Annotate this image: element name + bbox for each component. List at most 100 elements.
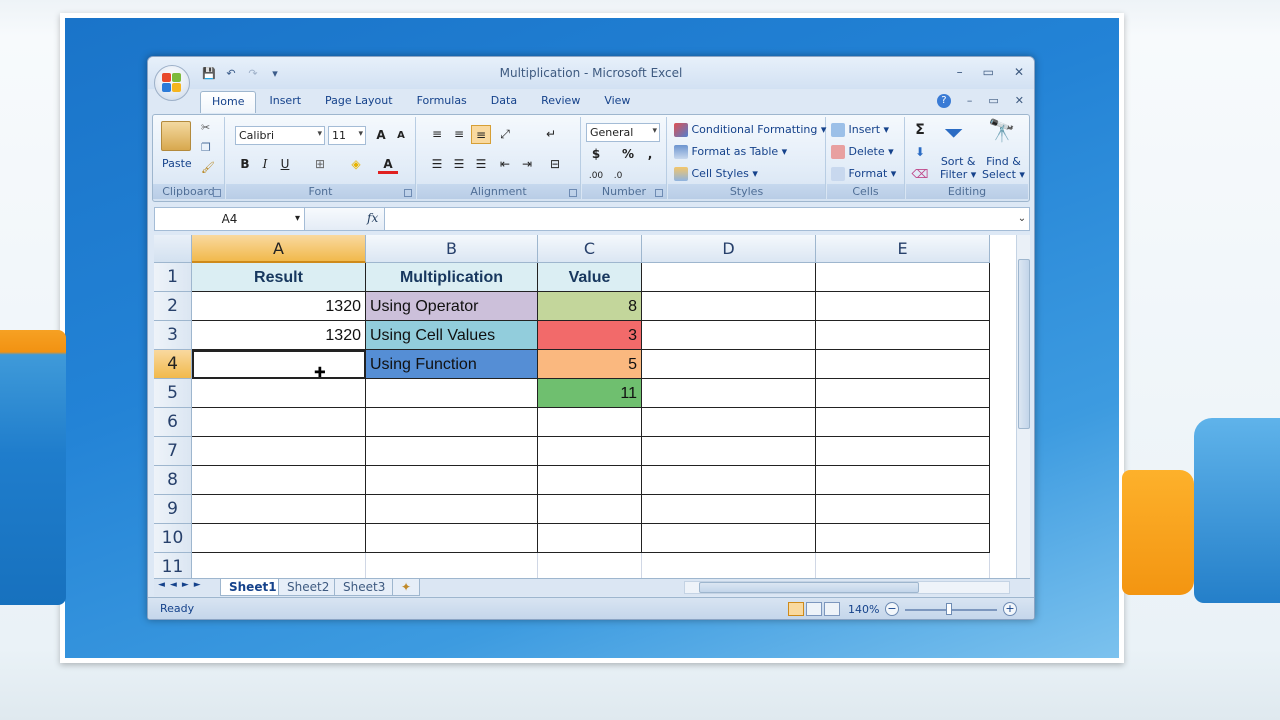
- cell-d8[interactable]: [642, 466, 816, 495]
- cell-d11[interactable]: [642, 553, 816, 578]
- cell-c7[interactable]: [538, 437, 642, 466]
- close-button[interactable]: ✕: [1014, 65, 1024, 79]
- cell-b6[interactable]: [366, 408, 538, 437]
- cell-b7[interactable]: [366, 437, 538, 466]
- tab-view[interactable]: View: [593, 91, 641, 113]
- cell-b11[interactable]: [366, 553, 538, 578]
- find-select-button[interactable]: Find & Select ▾: [982, 155, 1025, 181]
- cell-c5[interactable]: 11: [538, 379, 642, 408]
- sheet-tab-sheet1[interactable]: Sheet1: [220, 579, 286, 596]
- cell-e1[interactable]: [816, 263, 990, 292]
- paste-icon[interactable]: [161, 121, 191, 151]
- cell-e9[interactable]: [816, 495, 990, 524]
- row-header-5[interactable]: 5: [154, 379, 192, 408]
- cell-a9[interactable]: [192, 495, 366, 524]
- wrap-text-icon[interactable]: ↵: [541, 125, 561, 144]
- cell-a5[interactable]: [192, 379, 366, 408]
- row-header-10[interactable]: 10: [154, 524, 192, 553]
- number-format-combo[interactable]: General: [586, 123, 660, 142]
- cell-a10[interactable]: [192, 524, 366, 553]
- zoom-level[interactable]: 140%: [848, 603, 879, 616]
- font-name-combo[interactable]: Calibri: [235, 126, 325, 145]
- row-header-9[interactable]: 9: [154, 495, 192, 524]
- align-top-icon[interactable]: ≡: [427, 125, 447, 144]
- cell-a7[interactable]: [192, 437, 366, 466]
- orientation-icon[interactable]: ⤢: [495, 125, 515, 144]
- comma-button[interactable]: ,: [640, 145, 660, 164]
- cell-e7[interactable]: [816, 437, 990, 466]
- clipboard-launcher-icon[interactable]: [213, 189, 221, 197]
- shrink-font-icon[interactable]: A: [391, 126, 411, 145]
- bold-button[interactable]: B: [235, 155, 255, 174]
- cell-d3[interactable]: [642, 321, 816, 350]
- fill-icon[interactable]: ⬇: [910, 143, 930, 162]
- vertical-scrollbar[interactable]: [1016, 235, 1030, 578]
- cell-b5[interactable]: [366, 379, 538, 408]
- align-center-icon[interactable]: ☰: [449, 155, 469, 174]
- ribbon-close-button[interactable]: ✕: [1015, 94, 1024, 108]
- cell-c3[interactable]: 3: [538, 321, 642, 350]
- percent-button[interactable]: %: [618, 145, 638, 164]
- page-layout-view-icon[interactable]: [806, 602, 822, 616]
- sort-filter-button[interactable]: Sort & Filter ▾: [940, 155, 976, 181]
- row-header-8[interactable]: 8: [154, 466, 192, 495]
- cell-c10[interactable]: [538, 524, 642, 553]
- decrease-indent-icon[interactable]: ⇤: [495, 155, 515, 174]
- sheet-nav-icons[interactable]: ◄◄►►: [158, 580, 206, 590]
- increase-indent-icon[interactable]: ⇥: [517, 155, 537, 174]
- expand-formula-bar-icon[interactable]: ⌄: [1015, 208, 1029, 230]
- cell-b2[interactable]: Using Operator: [366, 292, 538, 321]
- help-icon[interactable]: ?: [936, 94, 951, 108]
- paste-button[interactable]: Paste: [162, 157, 192, 170]
- cell-d2[interactable]: [642, 292, 816, 321]
- number-launcher-icon[interactable]: [655, 189, 663, 197]
- copy-icon[interactable]: ❐: [201, 141, 211, 154]
- horizontal-scroll-thumb[interactable]: [699, 582, 919, 593]
- row-header-1[interactable]: 1: [154, 263, 192, 292]
- align-right-icon[interactable]: ☰: [471, 155, 491, 174]
- cell-e10[interactable]: [816, 524, 990, 553]
- cell-b8[interactable]: [366, 466, 538, 495]
- cell-b10[interactable]: [366, 524, 538, 553]
- cell-d10[interactable]: [642, 524, 816, 553]
- cell-e5[interactable]: [816, 379, 990, 408]
- cell-c1[interactable]: Value: [538, 263, 642, 292]
- tab-insert[interactable]: Insert: [258, 91, 312, 113]
- cell-a11[interactable]: [192, 553, 366, 578]
- cell-b4[interactable]: Using Function: [366, 350, 538, 379]
- cut-icon[interactable]: ✂: [201, 121, 210, 134]
- cell-a8[interactable]: [192, 466, 366, 495]
- sort-filter-icon[interactable]: ⏷: [944, 119, 963, 147]
- maximize-button[interactable]: ▭: [983, 65, 994, 79]
- font-size-combo[interactable]: 11: [328, 126, 366, 145]
- cell-a2[interactable]: 1320: [192, 292, 366, 321]
- format-cells-button[interactable]: Format ▾: [831, 167, 896, 181]
- cell-d1[interactable]: [642, 263, 816, 292]
- cell-d9[interactable]: [642, 495, 816, 524]
- find-select-icon[interactable]: 🔭: [988, 119, 1015, 144]
- merge-center-icon[interactable]: ⊟: [545, 155, 565, 174]
- horizontal-scrollbar[interactable]: [684, 581, 1010, 594]
- name-box[interactable]: A4: [155, 208, 305, 230]
- sheet-tab-sheet2[interactable]: Sheet2: [278, 579, 339, 596]
- row-header-2[interactable]: 2: [154, 292, 192, 321]
- row-header-4[interactable]: 4: [154, 350, 192, 379]
- tab-formulas[interactable]: Formulas: [406, 91, 478, 113]
- cell-c11[interactable]: [538, 553, 642, 578]
- delete-cells-button[interactable]: Delete ▾: [831, 145, 894, 159]
- align-left-icon[interactable]: ☰: [427, 155, 447, 174]
- format-as-table-button[interactable]: Format as Table ▾: [674, 145, 787, 159]
- column-header-e[interactable]: E: [816, 235, 990, 263]
- row-header-7[interactable]: 7: [154, 437, 192, 466]
- cell-a3[interactable]: 1320: [192, 321, 366, 350]
- page-break-view-icon[interactable]: [824, 602, 840, 616]
- cell-e11[interactable]: [816, 553, 990, 578]
- conditional-formatting-button[interactable]: Conditional Formatting ▾: [674, 123, 826, 137]
- underline-button[interactable]: U: [275, 155, 295, 174]
- cell-d4[interactable]: [642, 350, 816, 379]
- office-button[interactable]: [154, 65, 190, 101]
- tab-page-layout[interactable]: Page Layout: [314, 91, 404, 113]
- normal-view-icon[interactable]: [788, 602, 804, 616]
- cell-e2[interactable]: [816, 292, 990, 321]
- cell-c2[interactable]: 8: [538, 292, 642, 321]
